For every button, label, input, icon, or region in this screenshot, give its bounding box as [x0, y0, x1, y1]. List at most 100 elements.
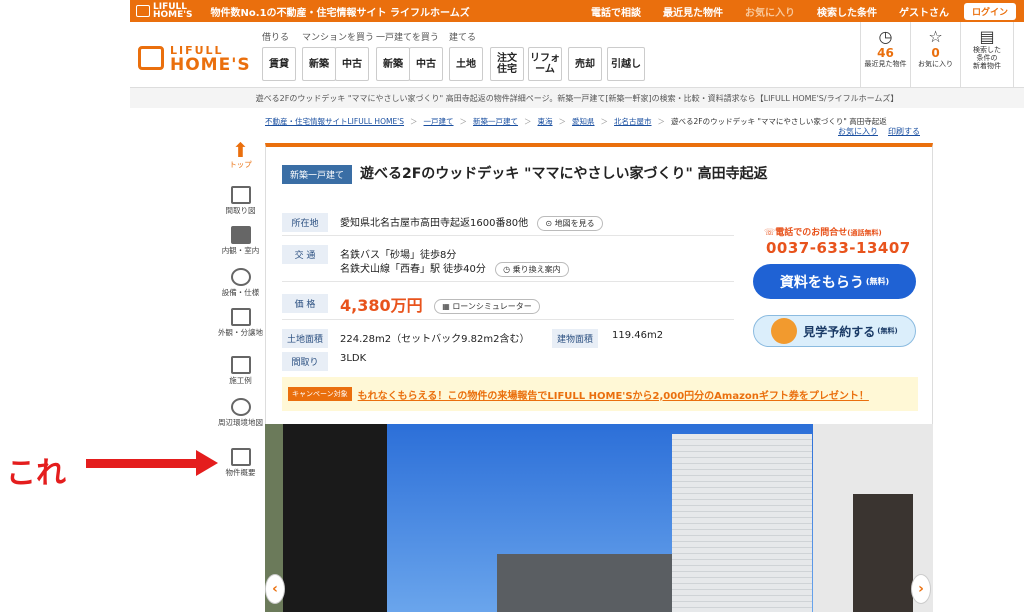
map-button[interactable]: ⊙ 地図を見る: [537, 215, 603, 231]
loan-simulator-label: ローンシミュレーター: [452, 302, 532, 311]
favorites-link[interactable]: お気に入り: [734, 4, 806, 19]
gallery-prev-button[interactable]: ‹: [265, 574, 285, 604]
loan-simulator-button[interactable]: ▦ ローンシミュレーター: [434, 299, 540, 314]
tagline: 物件数No.1の不動産・住宅情報サイト ライフルホームズ: [210, 7, 470, 19]
visit-reservation-button[interactable]: 見学予約する (無料): [753, 315, 916, 347]
favorites-widget[interactable]: ☆ 0 お気に入り: [910, 22, 960, 87]
left-nav-equipment[interactable]: 設備・仕様: [218, 268, 263, 297]
phone-heading: ☏電話でのお問合せ(通話無料): [764, 225, 882, 238]
transport-line2-text: 名鉄犬山線「西春」駅 徒歩40分: [340, 264, 486, 275]
nav-moving-button[interactable]: 引越し: [607, 47, 645, 81]
price-value: 4,380万円 ▦ ローンシミュレーター: [340, 292, 540, 316]
breadcrumb-item[interactable]: 北名古屋市: [614, 116, 652, 127]
mascot-icon: [771, 318, 798, 344]
left-nav-overview[interactable]: 物件概要: [218, 448, 263, 477]
saved-search-widget[interactable]: ▤ 検索した 条件の 新着物件: [960, 22, 1014, 87]
nav-house-new-button[interactable]: 新築: [376, 47, 410, 81]
visit-reservation-note: (無料): [877, 327, 898, 335]
photo-gallery: ‹ ›: [265, 424, 933, 612]
left-nav-label: 内観・室内: [221, 246, 260, 255]
layout-value: 3LDK: [340, 353, 367, 364]
nav-custom-house-button[interactable]: 注文 住宅: [490, 47, 524, 81]
floorplan-icon: [230, 186, 251, 204]
nav-land-button[interactable]: 土地: [449, 47, 483, 81]
breadcrumb-item[interactable]: 不動産・住宅情報サイトLIFULL HOME'S: [265, 116, 404, 127]
left-nav-examples[interactable]: 施工例: [218, 356, 263, 385]
house-logo-icon: [138, 46, 164, 70]
top-bar: LIFULL HOME'S 物件数No.1の不動産・住宅情報サイト ライフルホー…: [130, 0, 1024, 22]
header: LIFULL HOME'S 借りる マンションを買う 一戸建てを買う 建てる 賃…: [130, 22, 1024, 88]
campaign-tag: キャンペーン対象: [288, 387, 352, 401]
left-nav-label: 施工例: [229, 376, 252, 385]
add-favorite-link[interactable]: お気に入り: [838, 126, 878, 137]
main-photo[interactable]: [387, 424, 813, 612]
divider: [282, 319, 734, 320]
transport-line2: 名鉄犬山線「西春」駅 徒歩40分 ◷ 乗り換え案内: [340, 260, 569, 277]
address-text: 愛知県北名古屋市高田寺起返1600番80他: [340, 218, 529, 229]
searched-conditions-link[interactable]: 検索した条件: [806, 4, 888, 19]
breadcrumb-item[interactable]: 愛知県: [572, 116, 595, 127]
book-icon: [230, 356, 251, 374]
left-nav-interior[interactable]: 内観・室内: [218, 226, 263, 255]
phone-icon: ☏: [764, 228, 776, 238]
left-nav-label: 間取り図: [225, 206, 256, 215]
gallery-next-button[interactable]: ›: [911, 574, 931, 604]
group-label-rent: 借りる: [262, 33, 290, 43]
request-documents-note: (無料): [865, 277, 890, 286]
campaign-link[interactable]: もれなくもらえる！この物件の来場報告でLIFULL HOME'Sから2,000円…: [358, 387, 869, 402]
left-nav-top[interactable]: ⬆ トップ: [218, 140, 263, 169]
nav-house-used-button[interactable]: 中古: [409, 47, 443, 81]
nav-mansion-used-button[interactable]: 中古: [335, 47, 369, 81]
recent-count: 46: [877, 46, 894, 60]
phone-note: (通話無料): [847, 229, 882, 237]
land-area-value: 224.28m2（セットバック9.82m2含む）: [340, 334, 530, 345]
annotation-label: これ: [6, 456, 66, 491]
request-documents-button[interactable]: 資料をもらう (無料): [753, 264, 916, 299]
breadcrumb-item[interactable]: 一戸建て: [424, 116, 454, 127]
phone-consult-link[interactable]: 電話で相談: [580, 4, 652, 19]
recent-viewed-link[interactable]: 最近見た物件: [652, 4, 734, 19]
group-label-house: 一戸建てを買う: [376, 33, 439, 43]
calculator-icon: ▦: [442, 302, 450, 311]
up-arrow-icon: ⬆: [232, 138, 249, 162]
recent-label: 最近見た物件: [864, 60, 907, 68]
clock-icon: ◷: [503, 264, 511, 274]
house-icon: [230, 308, 251, 326]
breadcrumb-item[interactable]: 新築一戸建て: [473, 116, 518, 127]
visit-reservation-label: 見学予約する: [803, 324, 876, 339]
phone-number[interactable]: 0037-633-13407: [766, 239, 911, 257]
nav-rent-button[interactable]: 賃貸: [262, 47, 296, 81]
list-icon: [230, 448, 251, 466]
building-image: [497, 554, 677, 612]
tree-icon: [230, 398, 251, 416]
land-area-label: 土地面積: [282, 329, 328, 348]
recent-viewed-widget[interactable]: ◷ 46 最近見た物件: [860, 22, 910, 87]
left-nav-exterior[interactable]: 外観・分譲地: [218, 308, 263, 337]
breadcrumb: 不動産・住宅情報サイトLIFULL HOME'S ＞ 一戸建て＞ 新築一戸建て＞ …: [265, 116, 887, 127]
print-link[interactable]: 印刷する: [888, 126, 920, 137]
brand-logo[interactable]: LIFULL HOME'S: [138, 44, 251, 74]
left-nav-label: 周辺環境地図: [218, 418, 263, 427]
nav-mansion-new-button[interactable]: 新築: [302, 47, 336, 81]
star-icon: ☆: [928, 27, 943, 46]
house-icon: [136, 5, 150, 17]
transfer-button[interactable]: ◷ 乗り換え案内: [495, 261, 569, 277]
clock-icon: ◷: [878, 27, 893, 46]
building-image: [672, 434, 812, 612]
top-links: 電話で相談 最近見た物件 お気に入り 検索した条件 ゲストさん ログイン: [580, 2, 1024, 20]
listing-card: 新築一戸建て 遊べる2Fのウッドデッキ "ママにやさしい家づくり" 高田寺起返 …: [265, 143, 933, 425]
top-logo[interactable]: LIFULL HOME'S: [136, 3, 193, 20]
price-label: 価 格: [282, 294, 328, 313]
building-area-value: 119.46m2: [612, 330, 664, 341]
group-label-build: 建てる: [449, 33, 477, 43]
nav-reform-button[interactable]: リフォ ーム: [528, 47, 562, 81]
left-nav-map[interactable]: 周辺環境地図: [218, 398, 263, 427]
building-area-label: 建物面積: [552, 329, 598, 348]
login-button[interactable]: ログイン: [963, 2, 1016, 20]
address-value: 愛知県北名古屋市高田寺起返1600番80他 ⊙ 地図を見る: [340, 214, 603, 231]
left-nav-floorplan[interactable]: 間取り図: [218, 186, 263, 215]
nav-sell-button[interactable]: 売却: [568, 47, 602, 81]
favorites-count: 0: [931, 46, 940, 60]
annotation-arrow-head: [196, 450, 218, 476]
breadcrumb-item[interactable]: 東海: [538, 116, 553, 127]
